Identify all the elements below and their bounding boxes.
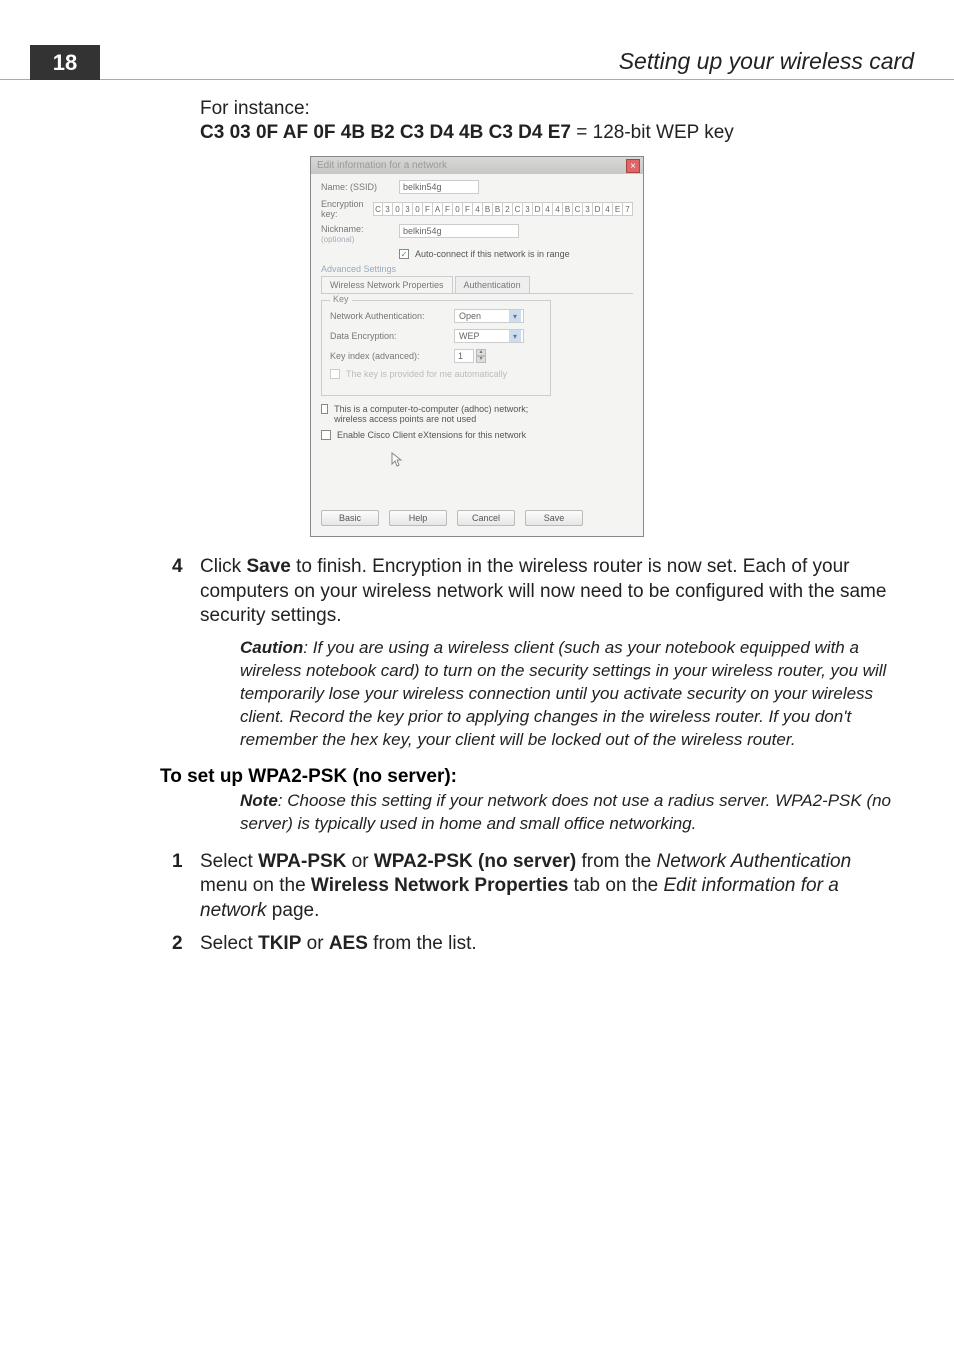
hex-char-cell: C — [513, 202, 523, 216]
name-field[interactable]: belkin54g — [399, 180, 479, 194]
chevron-down-icon: ▾ — [509, 330, 521, 342]
key-index-stepper[interactable]: 1 ▴▾ — [454, 349, 486, 363]
auto-connect-checkbox[interactable]: ✓ — [399, 249, 409, 259]
edit-network-dialog: Edit information for a network × Name: (… — [310, 156, 644, 537]
nickname-label: Nickname: (optional) — [321, 224, 393, 244]
advanced-settings-label: Advanced Settings — [321, 264, 633, 274]
key-index-label: Key index (advanced): — [330, 351, 448, 361]
hex-char-cell: 3 — [403, 202, 413, 216]
section-title: Setting up your wireless card — [619, 48, 914, 75]
adhoc-label: This is a computer-to-computer (adhoc) n… — [334, 404, 551, 424]
hex-char-cell: 4 — [553, 202, 563, 216]
save-button[interactable]: Save — [525, 510, 583, 526]
cisco-checkbox[interactable] — [321, 430, 331, 440]
auto-key-checkbox — [330, 369, 340, 379]
cancel-button[interactable]: Cancel — [457, 510, 515, 526]
tab-wireless-properties[interactable]: Wireless Network Properties — [321, 276, 453, 293]
tab-authentication[interactable]: Authentication — [455, 276, 530, 293]
hex-char-cell: B — [483, 202, 493, 216]
wep-key-example: C3 03 0F AF 0F 4B B2 C3 D4 4B C3 D4 E7 =… — [200, 122, 900, 144]
hex-char-cell: 0 — [453, 202, 463, 216]
step-down-icon[interactable]: ▾ — [476, 356, 486, 363]
hex-char-cell: 0 — [413, 202, 423, 216]
key-group-title: Key — [330, 294, 352, 304]
hex-char-cell: D — [533, 202, 543, 216]
step-2-number: 2 — [172, 932, 183, 957]
cisco-label: Enable Cisco Client eXtensions for this … — [337, 430, 526, 440]
step-4-number: 4 — [172, 555, 183, 580]
adhoc-checkbox[interactable] — [321, 404, 328, 414]
hex-char-cell: 4 — [473, 202, 483, 216]
hex-char-cell: 4 — [603, 202, 613, 216]
step-1-number: 1 — [172, 850, 183, 875]
auto-connect-label: Auto-connect if this network is in range — [415, 249, 570, 259]
wpa2-heading: To set up WPA2-PSK (no server): — [160, 766, 900, 788]
hex-char-cell: E — [613, 202, 623, 216]
hex-char-cell: 0 — [393, 202, 403, 216]
chevron-down-icon: ▾ — [509, 310, 521, 322]
data-encryption-label: Data Encryption: — [330, 331, 448, 341]
network-auth-select[interactable]: Open▾ — [454, 309, 524, 323]
embedded-dialog-screenshot: Edit information for a network × Name: (… — [310, 156, 900, 537]
hex-char-cell: F — [443, 202, 453, 216]
wep-key-bold: C3 03 0F AF 0F 4B B2 C3 D4 4B C3 D4 E7 — [200, 122, 571, 143]
hex-char-cell: 7 — [623, 202, 633, 216]
hex-char-cell: 3 — [583, 202, 593, 216]
hex-char-cell: F — [463, 202, 473, 216]
hex-char-cell: 2 — [503, 202, 513, 216]
hex-char-cell: D — [593, 202, 603, 216]
name-label: Name: (SSID) — [321, 182, 393, 192]
data-encryption-select[interactable]: WEP▾ — [454, 329, 524, 343]
hex-char-cell: 3 — [383, 202, 393, 216]
auto-key-label: The key is provided for me automatically — [346, 369, 507, 379]
encryption-key-field[interactable]: C3030FAF0F4BB2C3D44BC3D4E7 — [373, 202, 633, 216]
hex-char-cell: C — [373, 202, 383, 216]
step-4: 4 Click Save to finish. Encryption in th… — [200, 555, 900, 629]
close-icon[interactable]: × — [626, 159, 640, 173]
encryption-key-label: Encryption key: — [321, 199, 367, 219]
cursor-icon — [391, 452, 703, 470]
hex-char-cell: 3 — [523, 202, 533, 216]
dialog-titlebar: Edit information for a network × — [311, 157, 643, 174]
hex-char-cell: B — [563, 202, 573, 216]
dialog-title-text: Edit information for a network — [317, 160, 447, 171]
page-number: 18 — [30, 45, 100, 80]
hex-char-cell: F — [423, 202, 433, 216]
note-block: Note: Choose this setting if your networ… — [240, 790, 900, 836]
network-auth-label: Network Authentication: — [330, 311, 448, 321]
key-group: Key Network Authentication: Open▾ Data E… — [321, 300, 551, 396]
step-1: 1 Select WPA-PSK or WPA2-PSK (no server)… — [200, 850, 900, 924]
caution-note: Caution: If you are using a wireless cli… — [240, 637, 900, 752]
hex-char-cell: 4 — [543, 202, 553, 216]
basic-button[interactable]: Basic — [321, 510, 379, 526]
step-up-icon[interactable]: ▴ — [476, 349, 486, 356]
intro-text: For instance: — [200, 98, 900, 120]
hex-char-cell: B — [493, 202, 503, 216]
hex-char-cell: C — [573, 202, 583, 216]
wep-key-rest: = 128-bit WEP key — [571, 122, 734, 143]
help-button[interactable]: Help — [389, 510, 447, 526]
hex-char-cell: A — [433, 202, 443, 216]
nickname-field[interactable]: belkin54g — [399, 224, 519, 238]
step-2: 2 Select TKIP or AES from the list. — [200, 932, 900, 957]
